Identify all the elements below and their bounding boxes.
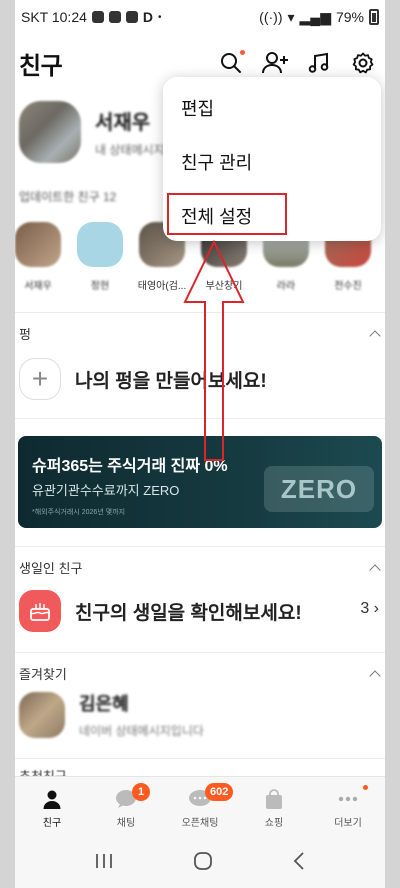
annotation-arrow (183, 239, 245, 461)
tab-shopping[interactable]: 쇼핑 (237, 777, 311, 834)
recent-apps-button[interactable] (94, 852, 114, 870)
shopping-bag-icon (266, 789, 282, 809)
tab-friends[interactable]: 친구 (15, 777, 89, 834)
tab-label: 채팅 (116, 818, 136, 829)
tab-label: 오픈채팅 (181, 818, 219, 829)
tab-label: 쇼핑 (264, 818, 284, 829)
tab-label: 더보기 (334, 818, 362, 829)
bottom-tab-bar: 친구 채팅 1 오픈채팅 602 쇼핑 더보기 (15, 776, 385, 834)
tab-label: 친구 (42, 818, 62, 829)
unread-badge: 1 (132, 783, 150, 801)
unread-badge: 602 (205, 783, 234, 801)
tab-openchat[interactable]: 오픈채팅 602 (163, 777, 237, 834)
friends-screen: SKT 10:24 D • ((·)) ▾ ▂▄▆ 79% 친구 서재우 내 상… (15, 0, 385, 888)
home-button[interactable] (193, 851, 213, 871)
tab-more[interactable]: 더보기 (311, 777, 385, 834)
more-dots-icon (338, 796, 358, 802)
tab-chats[interactable]: 채팅 1 (89, 777, 163, 834)
back-button[interactable] (292, 851, 306, 871)
system-nav-bar (15, 834, 385, 888)
new-dot (363, 785, 368, 790)
person-icon (43, 790, 61, 809)
